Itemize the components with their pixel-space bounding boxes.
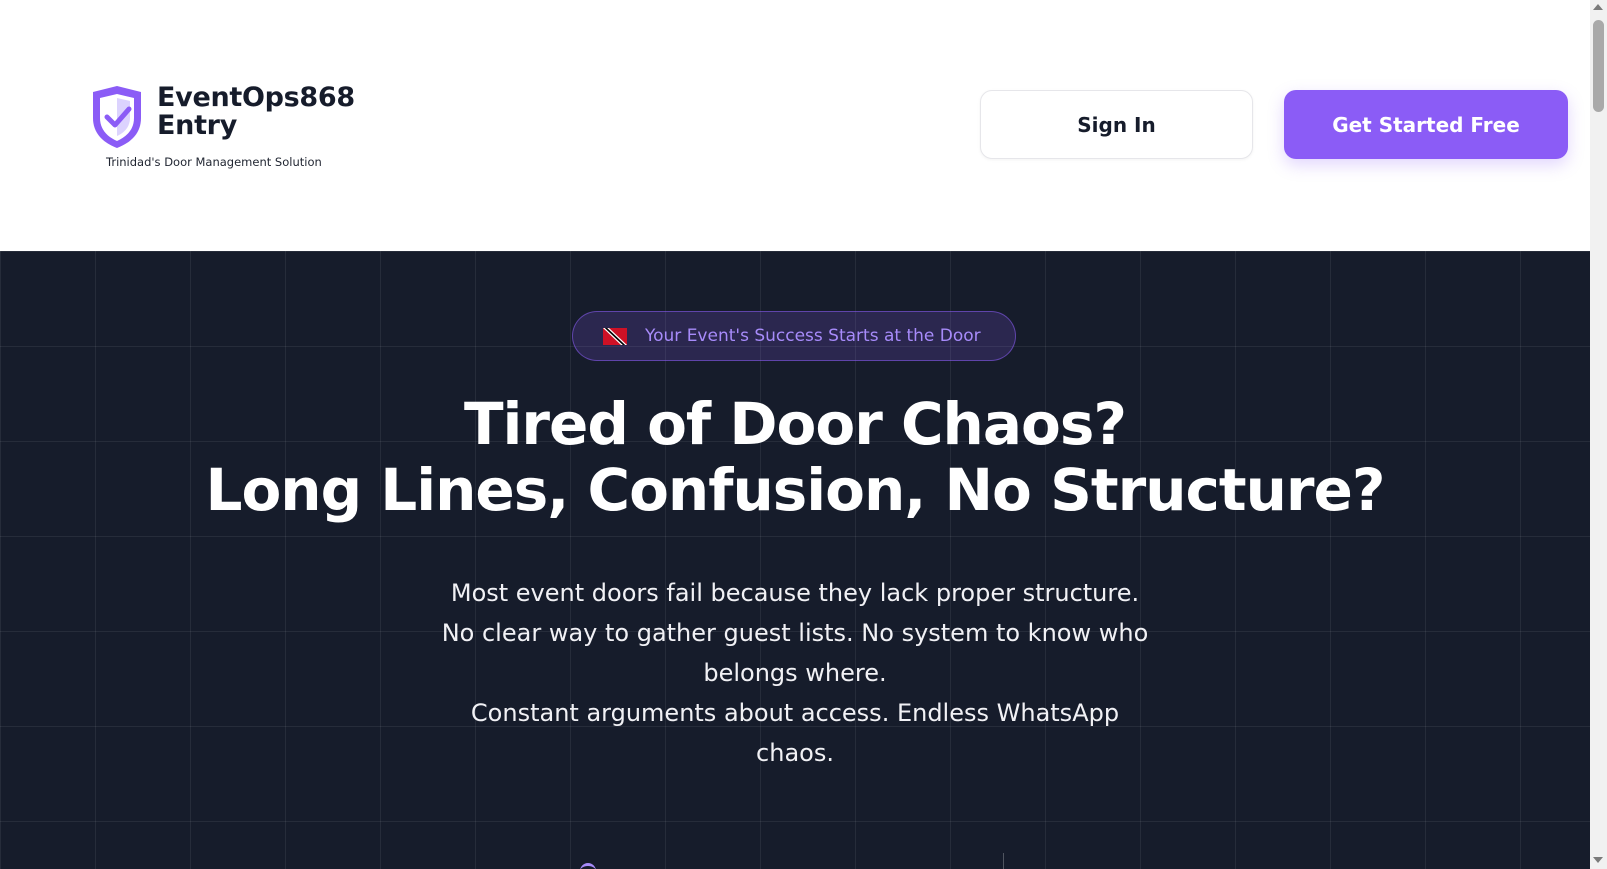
shield-check-icon: [93, 86, 141, 148]
subcopy-line: Constant arguments about access. Endless…: [470, 699, 1120, 727]
hero-badge-text: Your Event's Success Starts at the Door: [645, 326, 981, 346]
brand-name-line2: Entry: [157, 110, 237, 141]
subcopy-line: No clear way to gather guest lists. No s…: [441, 619, 1149, 647]
scrollbar-thumb[interactable]: [1593, 20, 1604, 112]
sign-in-button[interactable]: Sign In: [980, 90, 1253, 159]
brand-name: EventOps868 Entry: [157, 84, 355, 140]
headline-line1: Tired of Door Chaos?: [463, 390, 1127, 458]
site-header: EventOps868 Entry Trinidad's Door Manage…: [0, 0, 1590, 251]
headline-line2: Long Lines, Confusion, No Structure?: [205, 456, 1386, 524]
page-scrollbar[interactable]: [1590, 0, 1607, 869]
partial-content-mark: [580, 863, 596, 869]
brand-tagline: Trinidad's Door Management Solution: [106, 155, 322, 169]
scroll-up-arrow-icon[interactable]: [1593, 4, 1603, 10]
scroll-down-arrow-icon[interactable]: [1593, 857, 1603, 863]
subcopy-line: chaos.: [756, 739, 834, 767]
get-started-button[interactable]: Get Started Free: [1284, 90, 1568, 159]
trinidad-flag-icon: [603, 327, 627, 345]
hero-headline: Tired of Door Chaos? Long Lines, Confusi…: [0, 391, 1590, 523]
hero-badge: Your Event's Success Starts at the Door: [572, 311, 1016, 361]
subcopy-line: belongs where.: [703, 659, 887, 687]
hero-section: Your Event's Success Starts at the Door …: [0, 251, 1590, 869]
hero-subcopy: Most event doors fail because they lack …: [425, 573, 1165, 773]
subcopy-line: Most event doors fail because they lack …: [450, 579, 1140, 607]
brand-name-line1: EventOps868: [157, 82, 355, 113]
brand-logo[interactable]: EventOps868 Entry Trinidad's Door Manage…: [90, 84, 355, 174]
divider: [1003, 853, 1004, 869]
